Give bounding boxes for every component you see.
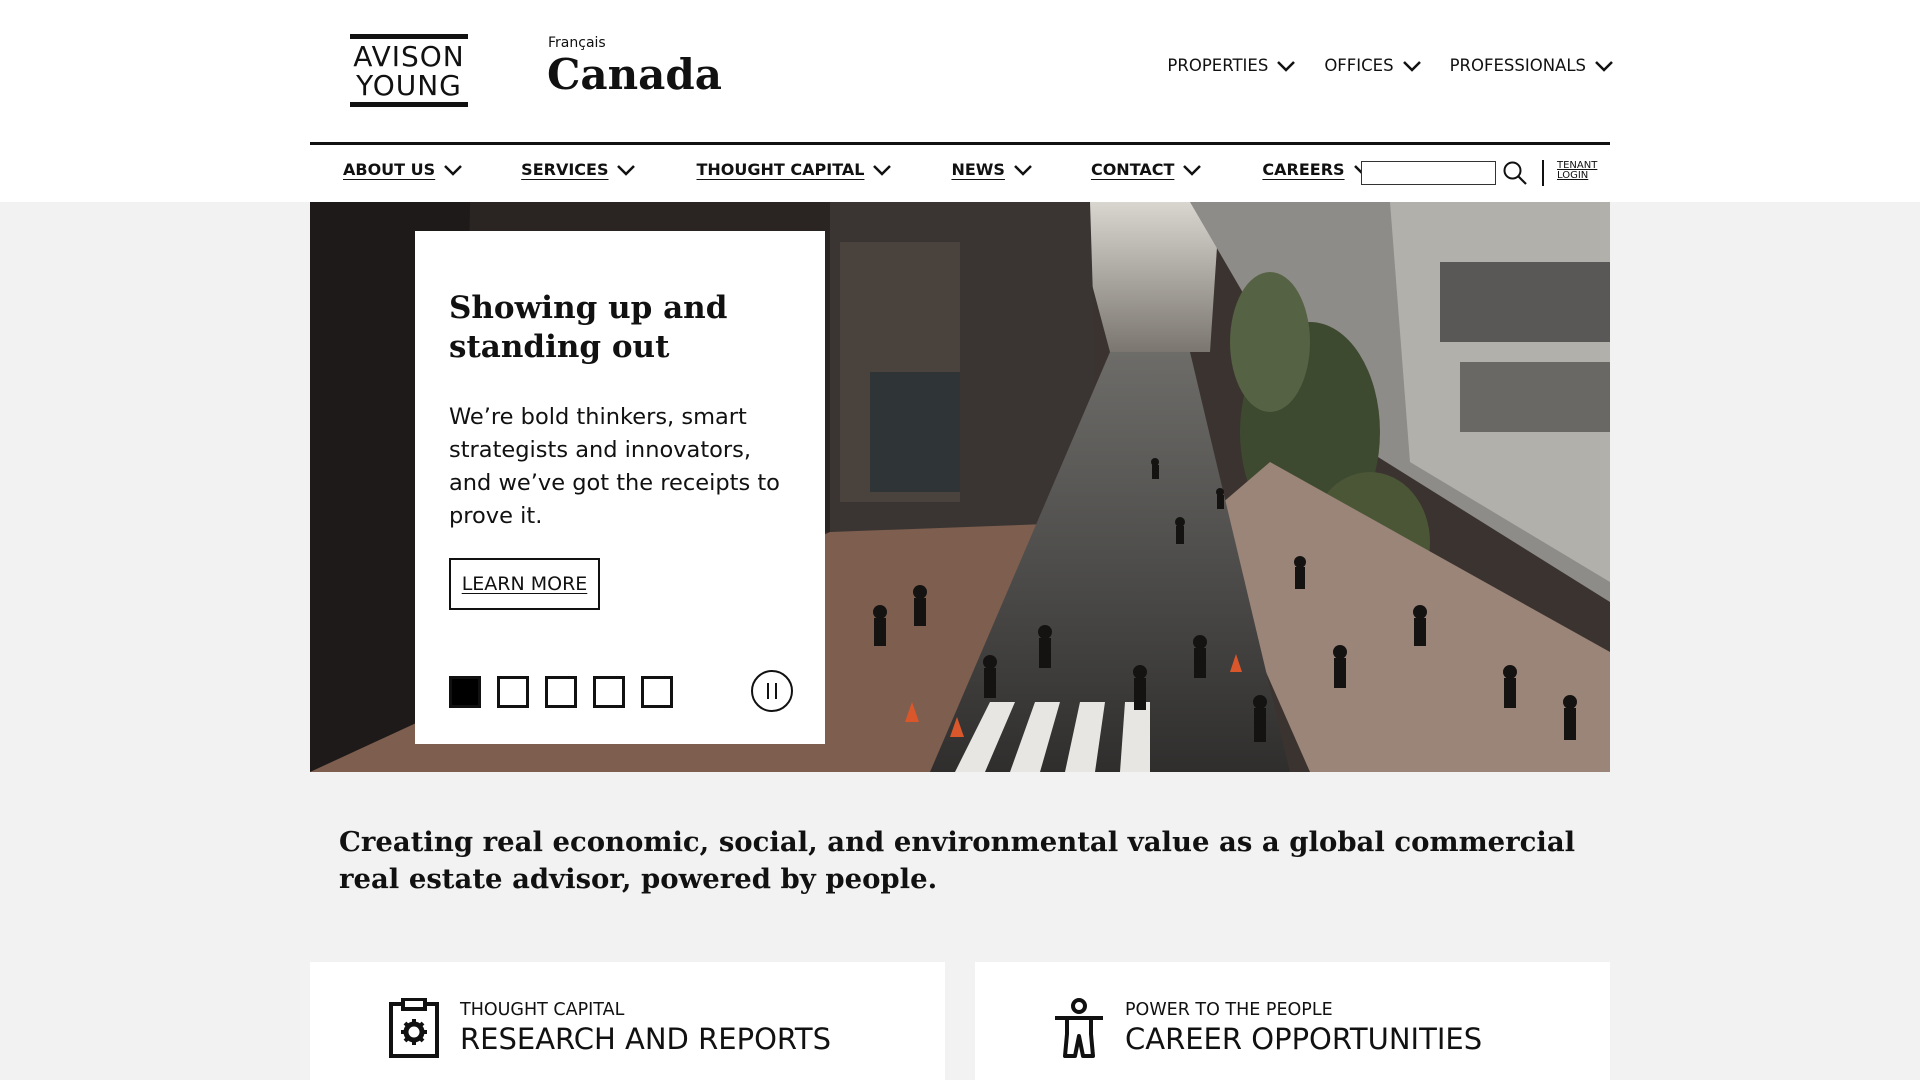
tile-kicker: POWER TO THE PEOPLE <box>1125 1000 1333 1020</box>
nav-label: NEWS <box>951 160 1005 179</box>
carousel-dot-2[interactable] <box>497 676 529 708</box>
tenant-login-link[interactable]: TENANT LOGIN <box>1557 161 1597 181</box>
logo-line-2: YOUNG <box>356 68 462 102</box>
top-nav-label: PROPERTIES <box>1167 56 1269 75</box>
tile-title: CAREER OPPORTUNITIES <box>1125 1022 1483 1056</box>
learn-more-button[interactable]: LEARN MORE <box>449 558 600 610</box>
carousel-indicators <box>449 676 673 708</box>
country-title: Canada <box>547 50 722 99</box>
carousel-dot-4[interactable] <box>593 676 625 708</box>
top-nav-professionals[interactable]: PROFESSIONALS <box>1450 56 1614 75</box>
chevron-down-icon <box>617 164 636 176</box>
tile-title: RESEARCH AND REPORTS <box>460 1022 832 1056</box>
nav-label: CAREERS <box>1262 160 1345 179</box>
search-divider <box>1542 160 1544 186</box>
top-nav: PROPERTIES OFFICES PROFESSIONALS <box>1167 56 1614 75</box>
hero-card: Showing up and standing out We’re bold t… <box>415 231 825 744</box>
tenant-login-line-2: LOGIN <box>1557 170 1589 181</box>
top-nav-offices[interactable]: OFFICES <box>1324 56 1421 75</box>
nav-label: CONTACT <box>1090 160 1175 179</box>
nav-careers[interactable]: CAREERS <box>1262 160 1372 179</box>
learn-more-label: LEARN MORE <box>461 573 588 595</box>
search-icon[interactable] <box>1502 160 1528 186</box>
chevron-down-icon <box>1595 60 1613 72</box>
top-nav-label: PROFESSIONALS <box>1449 56 1586 75</box>
carousel-dot-5[interactable] <box>641 676 673 708</box>
top-nav-label: OFFICES <box>1324 56 1394 75</box>
pause-icon[interactable] <box>751 670 793 712</box>
chevron-down-icon <box>1014 164 1032 176</box>
chevron-down-icon <box>1183 164 1202 176</box>
tagline: Creating real economic, social, and envi… <box>339 826 1576 895</box>
tile-kicker: THOUGHT CAPITAL <box>460 1000 625 1020</box>
nav-label: THOUGHT CAPITAL <box>696 160 865 179</box>
nav-services[interactable]: SERVICES <box>521 160 636 179</box>
language-link[interactable]: Français <box>548 35 606 51</box>
nav-contact[interactable]: CONTACT <box>1091 160 1202 179</box>
nav-news[interactable]: NEWS <box>951 160 1033 179</box>
chevron-down-icon <box>873 164 892 176</box>
chevron-down-icon <box>444 164 463 176</box>
nav-thought-capital[interactable]: THOUGHT CAPITAL <box>696 160 892 179</box>
chevron-down-icon <box>1402 60 1421 72</box>
main-nav: ABOUT US SERVICES THOUGHT CAPITAL NEWS C… <box>343 160 1373 179</box>
tile-research-reports[interactable]: THOUGHT CAPITAL RESEARCH AND REPORTS <box>310 962 945 1080</box>
clipboard-gear-icon <box>389 998 439 1058</box>
top-nav-properties[interactable]: PROPERTIES <box>1167 56 1296 75</box>
search-input[interactable] <box>1361 161 1496 185</box>
tile-career-opportunities[interactable]: POWER TO THE PEOPLE CAREER OPPORTUNITIES <box>975 962 1610 1080</box>
header-divider <box>310 142 1610 145</box>
carousel-dot-3[interactable] <box>545 676 577 708</box>
carousel-dot-1[interactable] <box>449 676 481 708</box>
avison-young-logo[interactable]: AVISON YOUNG <box>350 34 468 107</box>
nav-about-us[interactable]: ABOUT US <box>343 160 463 179</box>
chevron-down-icon <box>1277 60 1296 72</box>
hero-heading: Showing up and standing out <box>449 290 728 365</box>
hero-body: We’re bold thinkers, smart strategists a… <box>449 404 780 529</box>
nav-label: SERVICES <box>521 160 609 179</box>
nav-label: ABOUT US <box>343 160 436 179</box>
logo-line-1: AVISON <box>353 39 465 73</box>
person-icon <box>1055 998 1103 1058</box>
